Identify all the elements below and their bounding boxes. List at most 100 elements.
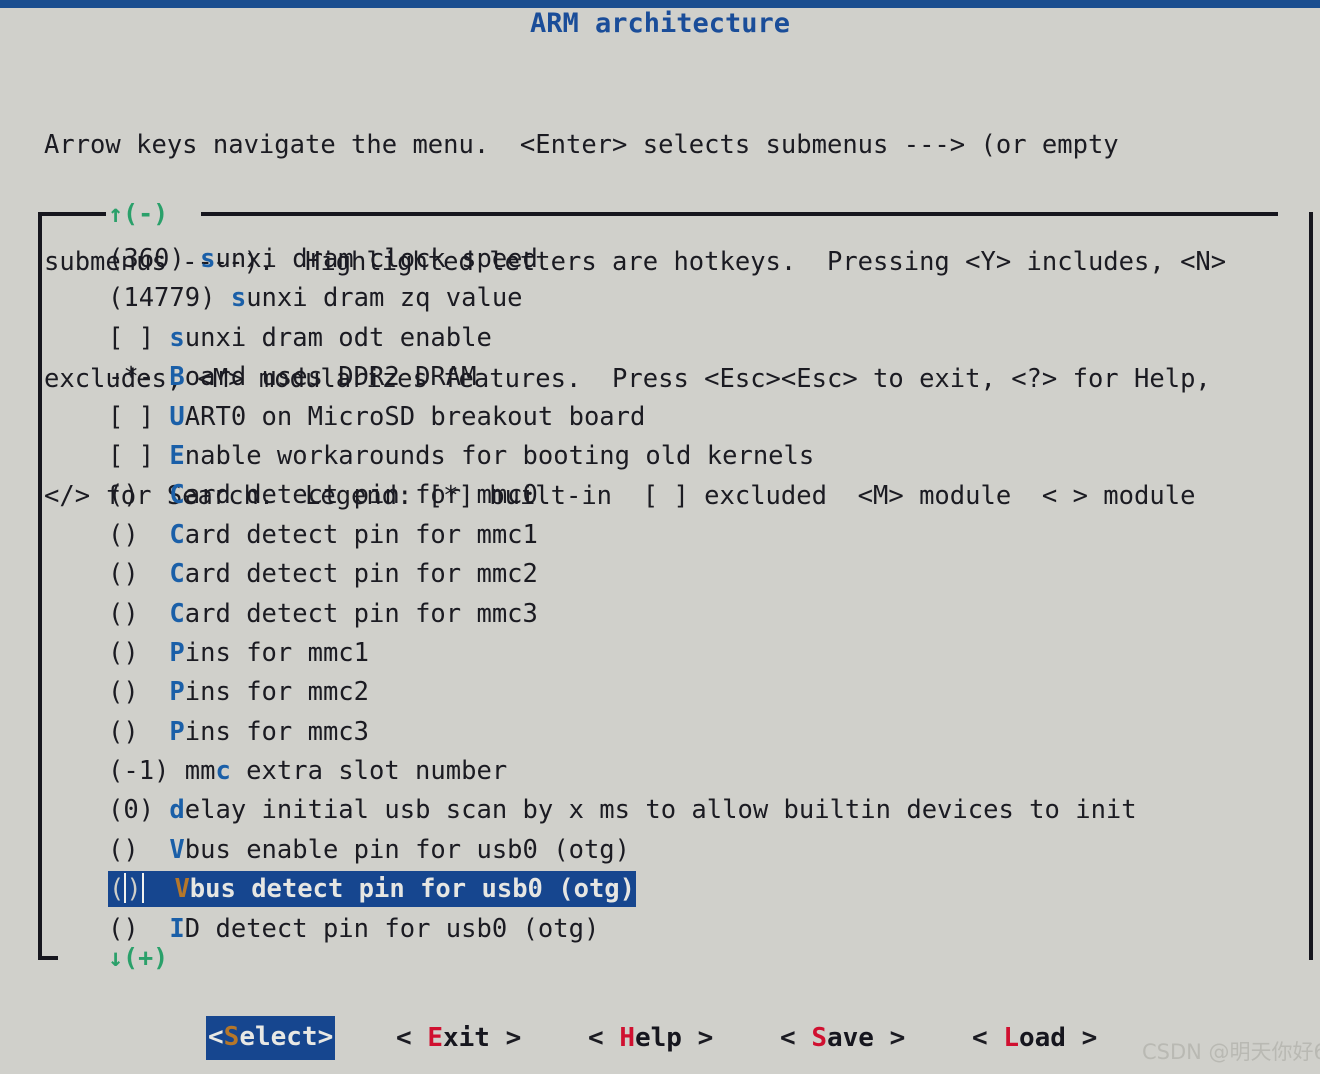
menu-item-value-close: ) (126, 874, 142, 905)
menu-item-state-marker: (0) (108, 795, 170, 826)
menu-item-label: unxi dram clock speed (215, 244, 538, 274)
button-bracket-close: > (489, 1023, 522, 1053)
menu-item-state-marker: () (108, 913, 170, 944)
button-bracket-close: > (681, 1023, 714, 1053)
menu-item-state-marker: -*- (108, 362, 170, 393)
menu-item-hotkey: P (169, 677, 185, 708)
menu-item-hotkey: d (169, 795, 185, 826)
menu-item-state-marker: [ ] (108, 322, 170, 353)
menu-item[interactable]: () Card detect pin for mmc1 (108, 516, 1298, 555)
menu-item[interactable]: [ ] Enable workarounds for booting old k… (108, 437, 1298, 476)
menu-item-state-marker: () (108, 559, 170, 590)
menu-item[interactable]: () Card detect pin for mmc0 (108, 476, 1298, 515)
menu-item-state-marker: () (108, 519, 170, 550)
load-button[interactable]: < Load > (972, 1016, 1097, 1060)
menu-item[interactable]: (-1) mmc extra slot number (108, 752, 1298, 791)
menu-item-hotkey: E (169, 440, 185, 471)
menu-item-hotkey: P (169, 716, 185, 747)
menu-item-hotkey: C (169, 598, 185, 629)
text-cursor (124, 873, 127, 904)
menu-item-label: ins for mmc1 (184, 637, 370, 668)
button-hotkey: E (427, 1023, 443, 1053)
frame-border-left (38, 212, 42, 960)
button-label: elp (634, 1023, 682, 1053)
menu-item-label: unxi dram zq value (246, 283, 523, 314)
menu-item-state-marker: () (108, 637, 170, 668)
menu-item-state-marker: (14779) (108, 283, 231, 314)
menu-item-state-marker: (360) (108, 244, 201, 274)
menu-item[interactable]: () Card detect pin for mmc3 (108, 595, 1298, 634)
button-bar: <Select> < Exit > < Help > < Save > < Load > (0, 1016, 1320, 1064)
menu-item-label: extra slot number (230, 756, 508, 787)
menu-item-hotkey: C (169, 559, 185, 590)
menu-item-label: bus enable pin for usb0 (otg) (184, 834, 630, 865)
frame-border-top-left (38, 212, 106, 216)
menu-item-state-marker: () (108, 834, 170, 865)
button-bracket-open: < (396, 1023, 428, 1053)
menu-item-label: ard detect pin for mmc0 (184, 480, 538, 511)
button-hotkey: H (619, 1023, 635, 1053)
menu-item-state-marker: () (108, 677, 170, 708)
menu-item-state-marker: (-1) mm (108, 756, 216, 787)
menu-item-state-marker: [ ] (108, 401, 170, 432)
button-label: elect (239, 1022, 318, 1052)
menu-item-state-marker: [ ] (108, 440, 170, 471)
menu-item-hotkey: s (230, 283, 247, 314)
menu-item[interactable]: () Card detect pin for mmc2 (108, 555, 1298, 594)
scroll-up-indicator-icon[interactable]: ↑(-) (108, 201, 168, 227)
menu-item[interactable]: () Pins for mmc3 (108, 713, 1298, 752)
menu-item-label: nable workarounds for booting old kernel… (184, 440, 815, 471)
frame-border-right (1309, 212, 1313, 960)
watermark: CSDN @明天你好6 (1142, 1040, 1320, 1064)
menu-item-label: ins for mmc2 (184, 677, 370, 708)
exit-button[interactable]: < Exit > (396, 1016, 521, 1060)
menu-item-label: D detect pin for usb0 (otg) (184, 913, 600, 944)
button-bracket-open: < (780, 1023, 812, 1053)
menu-item[interactable]: () Vbus enable pin for usb0 (otg) (108, 831, 1298, 870)
menu-item[interactable]: -*- Board uses DDR2 DRAM (108, 358, 1298, 397)
button-bracket-open: < (208, 1022, 224, 1052)
top-accent-strip (0, 0, 1320, 8)
menu-item-state-marker: () (108, 480, 170, 511)
select-button[interactable]: <Select> (206, 1016, 336, 1060)
menu-item-value-open: ( (109, 874, 125, 905)
button-label: oad (1018, 1023, 1066, 1053)
button-hotkey: S (223, 1022, 240, 1052)
frame-border-foot (38, 956, 58, 960)
menu-item[interactable]: [ ] UART0 on MicroSD breakout board (108, 398, 1298, 437)
help-button[interactable]: < Help > (588, 1016, 713, 1060)
menu-item[interactable]: () Pins for mmc2 (108, 673, 1298, 712)
menu-item[interactable]: () Vbus detect pin for usb0 (otg) (108, 870, 1298, 909)
menu-item-label: elay initial usb scan by x ms to allow b… (184, 795, 1137, 826)
menu-item-selected-highlight: () Vbus detect pin for usb0 (otg) (108, 871, 637, 908)
save-button[interactable]: < Save > (780, 1016, 905, 1060)
menu-item[interactable]: (0) delay initial usb scan by x ms to al… (108, 791, 1298, 830)
button-label: xit (442, 1023, 490, 1053)
button-bracket-close: > (873, 1023, 906, 1053)
menu-item-hotkey: C (169, 519, 185, 550)
menu-item-hotkey: s (169, 322, 185, 353)
menu-item[interactable]: () ID detect pin for usb0 (otg) (108, 910, 1298, 949)
menu-item-hotkey: V (169, 834, 185, 865)
menu-item[interactable]: [ ] sunxi dram odt enable (108, 319, 1298, 358)
menu-item[interactable]: (360) sunxi dram clock speed (108, 240, 1298, 279)
menu-item[interactable]: (14779) sunxi dram zq value (108, 279, 1298, 318)
button-bracket-close: > (317, 1022, 334, 1052)
menu-item-hotkey: V (174, 874, 190, 905)
button-label: ave (826, 1023, 874, 1053)
frame-border-top-right (201, 212, 1278, 216)
menu-item-label: ard detect pin for mmc1 (184, 519, 538, 550)
menu-item[interactable]: () Pins for mmc1 (108, 634, 1298, 673)
menu-item-label: ard detect pin for mmc2 (184, 559, 538, 590)
dialog-title: ARM architecture (529, 8, 791, 39)
button-hotkey: L (1003, 1023, 1019, 1053)
menu-item-hotkey: P (169, 637, 185, 668)
button-bracket-open: < (972, 1023, 1004, 1053)
menu-item-hotkey: I (169, 913, 185, 944)
menu-item-hotkey: C (169, 480, 185, 511)
button-bracket-open: < (588, 1023, 620, 1053)
button-hotkey: S (811, 1023, 827, 1053)
help-line-1: Arrow keys navigate the menu. <Enter> se… (44, 130, 1119, 160)
menu-box-frame: ↑(-) ↓(+) (360) sunxi dram clock speed (1… (38, 201, 1313, 971)
button-bracket-close: > (1065, 1023, 1098, 1053)
